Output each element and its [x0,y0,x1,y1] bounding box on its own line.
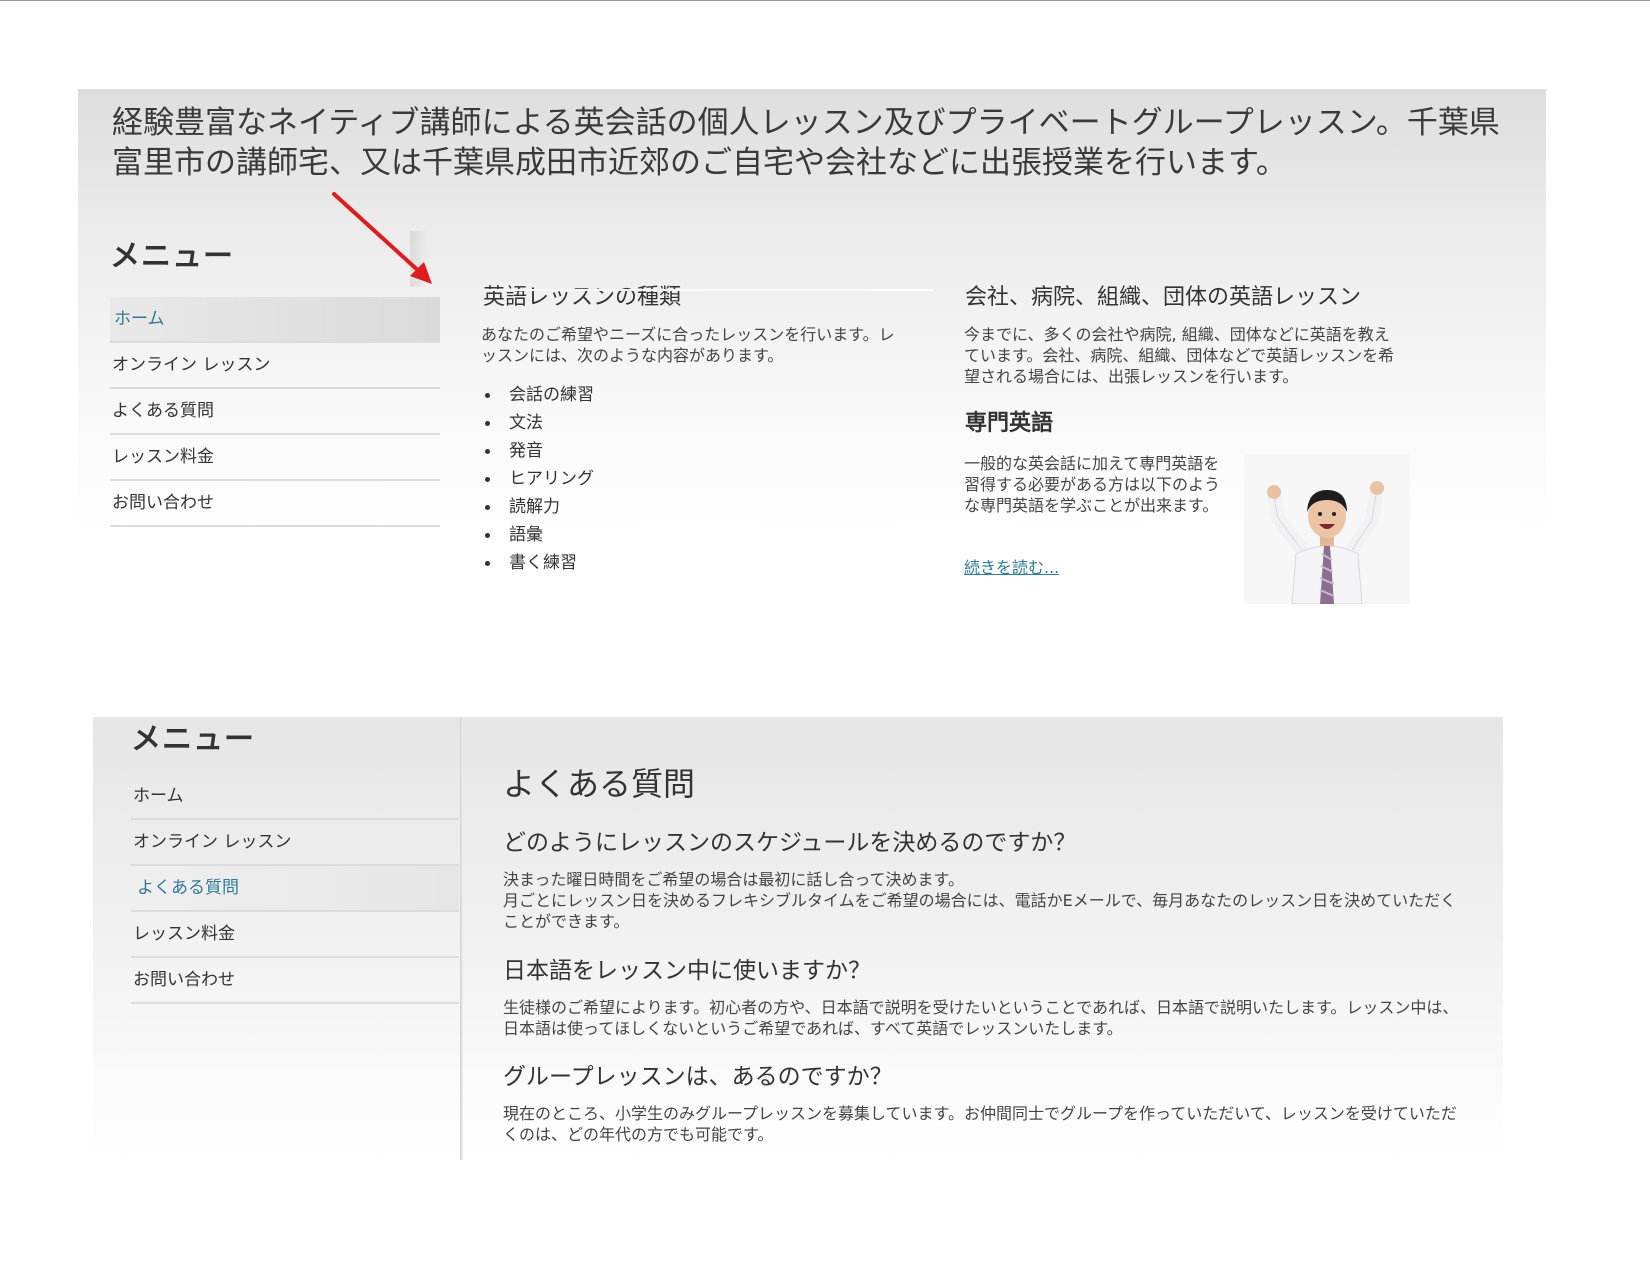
annotation-arrow-icon [332,192,432,284]
corporate-lessons-text: 今までに、多くの会社や病院, 組織、団体などに英語を教えています。会社、病院、組… [964,325,1395,386]
sidebar-menu: ホーム オンライン レッスン よくある質問 レッスン料金 お問い合わせ [110,297,440,527]
list-item: 会話の練習 [481,381,881,409]
corporate-lessons-title: 会社、病院、組織、団体の英語レッスン [965,285,1362,310]
faq-question: どのようにレッスンのスケジュールを決めるのですか？ [503,830,1077,856]
sidebar-item-pricing[interactable]: レッスン料金 [110,435,440,481]
lesson-types-intro: あなたのご希望やニーズに合ったレッスンを行います。レッスンには、次のような内容が… [481,325,895,365]
list-item: 文法 [481,409,881,437]
specialized-english-text: 一般的な英会話に加えて専門英語を習得する必要がある方は以下のような専門英語を学ぶ… [964,454,1221,515]
faq-answer: 現在のところ、小学生のみグループレッスンを募集しています。お仲間同士でグループを… [503,1104,1457,1144]
list-item: 語彙 [481,521,881,549]
title-underline [483,289,933,291]
list-item: 発音 [481,437,881,465]
faq-page-title: よくある質問 [503,765,696,803]
homepage-panel: 経験豊富なネイティブ講師による英会話の個人レッスン及びプライベートグループレッス… [78,89,1546,619]
faq-question: 日本語をレッスン中に使いますか？ [503,958,871,984]
sidebar-item-pricing[interactable]: レッスン料金 [131,912,459,958]
faq-answer: 決まった曜日時間をご希望の場合は最初に話し合って決めます。 月ごとにレッスン日を… [503,870,1457,931]
top-border [0,0,1650,1]
sidebar-item-contact[interactable]: お問い合わせ [131,958,459,1004]
specialized-english-title: 専門英語 [965,411,1054,436]
sidebar-menu: ホーム オンライン レッスン よくある質問 レッスン料金 お問い合わせ [131,774,459,1004]
read-more-link[interactable]: 続きを読む... [964,554,1059,578]
list-item: 書く練習 [481,549,881,577]
sidebar-divider [460,717,463,1160]
faq-answer: 生徒様のご希望によります。初心者の方や、日本語で説明を受けたいということであれば… [503,998,1459,1038]
faq-panel: メニュー ホーム オンライン レッスン よくある質問 レッスン料金 お問い合わせ… [93,717,1503,1160]
lesson-types-list: 会話の練習 文法 発音 ヒアリング 読解力 語彙 書く練習 [481,381,881,577]
menu-title: メニュー [131,722,255,757]
cheering-man-illustration [1244,454,1410,604]
sidebar-item-home[interactable]: ホーム [131,774,459,820]
cheering-man-photo [1244,454,1410,604]
sidebar-item-online-lesson[interactable]: オンライン レッスン [110,343,440,389]
lesson-types-title: 英語レッスンの種類 [483,285,682,310]
sidebar-item-faq[interactable]: よくある質問 [131,866,459,912]
sidebar-item-faq[interactable]: よくある質問 [110,389,440,435]
faq-question: グループレッスンは、あるのですか？ [503,1064,893,1090]
sidebar-item-home[interactable]: ホーム [110,297,440,343]
menu-title: メニュー [110,239,234,274]
list-item: 読解力 [481,493,881,521]
list-item: ヒアリング [481,465,881,493]
sidebar-item-online-lesson[interactable]: オンライン レッスン [131,820,459,866]
sidebar-item-contact[interactable]: お問い合わせ [110,481,440,527]
site-tagline: 経験豊富なネイティブ講師による英会話の個人レッスン及びプライベートグループレッス… [112,105,1500,181]
